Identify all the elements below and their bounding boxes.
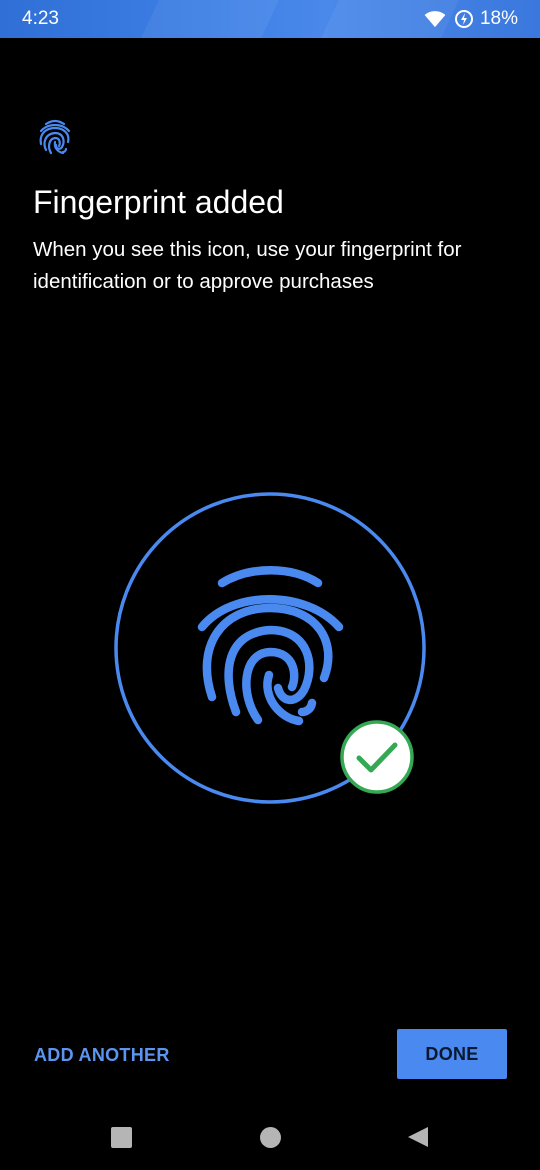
home-icon[interactable] (260, 1127, 281, 1148)
done-button[interactable]: DONE (397, 1029, 507, 1079)
status-icons: 18% (424, 7, 518, 31)
battery-saver-icon (454, 10, 473, 28)
fingerprint-icon (197, 566, 344, 726)
fingerprint-added-screen: 4:23 18% Fingerprint added When you see … (0, 0, 540, 1170)
page-description: When you see this icon, use your fingerp… (33, 238, 462, 293)
add-another-button[interactable]: ADD ANOTHER (24, 1032, 180, 1078)
battery-percent: 18% (479, 8, 518, 29)
wifi-icon (424, 11, 446, 28)
back-icon[interactable] (406, 1125, 430, 1149)
status-bar: 4:23 18% (0, 0, 540, 38)
navigation-bar (0, 1104, 540, 1170)
fingerprint-icon (39, 119, 71, 155)
checkmark-icon (340, 720, 414, 794)
page-title: Fingerprint added (33, 184, 284, 220)
status-time: 4:23 (22, 8, 59, 29)
recents-icon[interactable] (111, 1127, 132, 1148)
